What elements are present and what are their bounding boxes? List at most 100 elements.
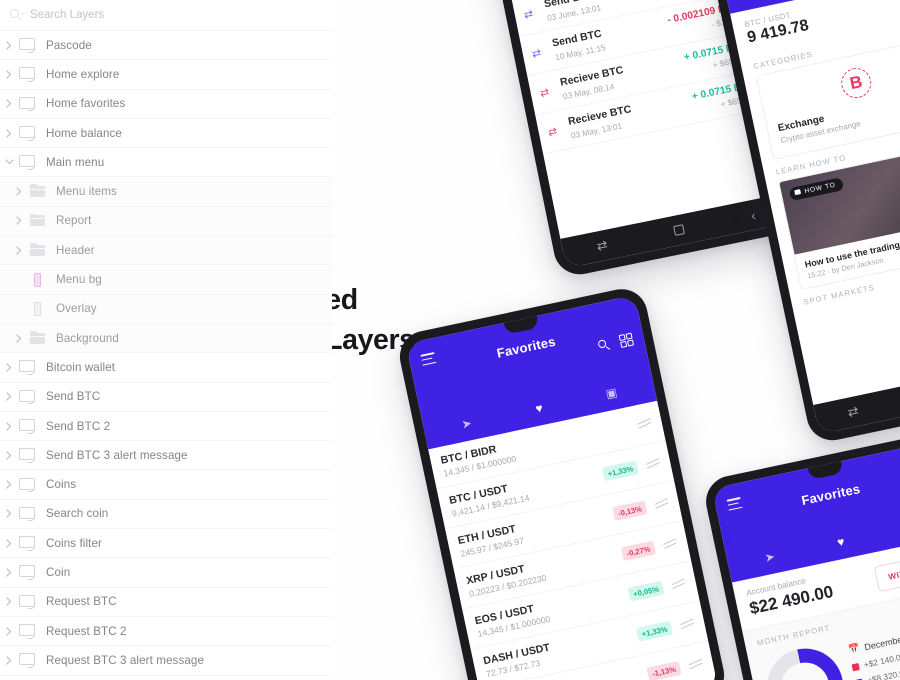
- layer-label: Home explore: [46, 67, 120, 81]
- layer-row[interactable]: Pascode: [0, 31, 332, 61]
- layer-label: Menu bg: [56, 273, 102, 287]
- artboard-icon: [18, 623, 38, 639]
- sparkline-icon: [663, 538, 678, 550]
- layer-label: Search coin: [46, 507, 109, 521]
- layer-row[interactable]: Send BTC 2: [0, 412, 332, 442]
- layer-row[interactable]: Home favorites: [0, 90, 332, 119]
- chevron-right-icon[interactable]: [10, 187, 28, 196]
- android-nav-bar[interactable]: ⇄ ‹: [813, 359, 900, 435]
- layers-panel: Pascode Home explore Home favorites Home ba…: [0, 0, 332, 680]
- change-badge: +1,33%: [635, 620, 674, 642]
- chevron-right-icon[interactable]: [0, 451, 18, 460]
- report-date-label: December: [863, 633, 900, 652]
- month-report-legend: 📅 December +$2 140.00 +$8 320.00: [846, 627, 900, 680]
- layer-row[interactable]: Send BTC 3 alert message: [0, 441, 332, 471]
- chevron-right-icon[interactable]: [0, 99, 18, 108]
- chevron-right-icon[interactable]: [0, 421, 18, 431]
- layer-row[interactable]: Report: [0, 206, 332, 237]
- artboard-icon: [18, 154, 38, 170]
- layer-label: Bitcoin wallet: [46, 360, 116, 374]
- chevron-right-icon[interactable]: [0, 128, 18, 138]
- layer-row[interactable]: Menu items: [0, 177, 332, 207]
- chevron-right-icon[interactable]: [10, 333, 28, 343]
- layer-label: Pascode: [46, 38, 92, 52]
- chevron-right-icon[interactable]: [0, 656, 18, 665]
- chevron-right-icon[interactable]: [10, 246, 28, 255]
- withdraw-button[interactable]: WITHDRAW: [873, 550, 900, 593]
- layer-row[interactable]: Home balance: [0, 119, 332, 149]
- layer-row[interactable]: Background: [0, 323, 332, 354]
- search-icon[interactable]: [597, 338, 611, 352]
- qr-code-icon[interactable]: [618, 332, 635, 348]
- tab-wallet[interactable]: ▣: [875, 512, 900, 547]
- search-layers-row[interactable]: [0, 0, 332, 31]
- layer-row[interactable]: Menu bg: [0, 265, 332, 295]
- android-nav-bar[interactable]: ⇄ ‹: [560, 193, 792, 269]
- layer-row[interactable]: Request BTC: [0, 588, 332, 617]
- canvas: ⇄Send BTC11 July, 17:05- 0.043010 BTC- $…: [0, 0, 900, 680]
- chevron-right-icon[interactable]: [0, 480, 18, 489]
- artboard-icon: [18, 506, 38, 522]
- sparkline-icon: [688, 658, 703, 670]
- sparkline-icon: [645, 458, 661, 470]
- chevron-right-icon[interactable]: [10, 216, 28, 226]
- chevron-right-icon[interactable]: [0, 363, 18, 372]
- artboard-icon: [18, 389, 38, 405]
- send-arrows-icon: ⇄: [530, 47, 542, 61]
- folder-icon: [28, 184, 48, 200]
- rectangle-icon: [28, 301, 48, 317]
- hamburger-icon[interactable]: [420, 352, 437, 369]
- legend-label: +$2 140.00: [862, 651, 900, 670]
- layer-row[interactable]: Coins filter: [0, 529, 332, 559]
- layer-row[interactable]: Request BTC 3 alert message: [0, 646, 332, 676]
- chevron-right-icon[interactable]: [0, 40, 18, 50]
- chevron-down-icon[interactable]: [0, 159, 18, 165]
- chevron-right-icon[interactable]: [0, 70, 18, 79]
- layer-row[interactable]: BTC Address: [0, 676, 332, 680]
- sparkline-icon: [671, 578, 686, 590]
- layer-row[interactable]: Bitcoin wallet: [0, 353, 332, 383]
- recents-icon[interactable]: ⇄: [595, 237, 609, 255]
- layer-row[interactable]: Coins: [0, 470, 332, 500]
- sparkline-icon: [654, 498, 669, 510]
- folder-icon: [28, 330, 48, 346]
- layer-row[interactable]: Home explore: [0, 60, 332, 90]
- hamburger-icon[interactable]: [726, 496, 744, 514]
- artboard-icon: [18, 564, 38, 580]
- back-arrow-icon[interactable]: ‹: [750, 207, 757, 223]
- layer-label: Coins: [46, 478, 77, 492]
- artboard-icon: [18, 535, 38, 551]
- favorites-pair-list[interactable]: BTC / BIDR 14,345 / $1.000000 BTC / USDT 9,…: [428, 400, 719, 680]
- artboard-icon: [18, 66, 38, 82]
- layer-row[interactable]: Main menu: [0, 148, 332, 178]
- folder-icon: [28, 213, 48, 229]
- layer-row[interactable]: Header: [0, 236, 332, 266]
- layer-row[interactable]: Coin: [0, 558, 332, 588]
- legend-swatch-red: [851, 662, 860, 671]
- bitcoin-exchange-icon: B: [838, 65, 875, 101]
- chevron-right-icon[interactable]: [0, 509, 18, 519]
- layer-label: Send BTC 2: [46, 419, 111, 433]
- layer-label: Send BTC 3 alert message: [46, 448, 188, 462]
- layer-row[interactable]: Request BTC 2: [0, 617, 332, 647]
- recents-icon[interactable]: ⇄: [846, 403, 860, 421]
- change-badge: +1,33%: [601, 460, 639, 482]
- layer-row[interactable]: Search coin: [0, 500, 332, 530]
- search-layers-input[interactable]: [30, 9, 280, 21]
- sparkline-icon: [680, 618, 695, 630]
- layer-row[interactable]: Overlay: [0, 294, 332, 324]
- chevron-right-icon[interactable]: [0, 597, 18, 606]
- artboard-icon: [18, 125, 38, 141]
- artboard-icon: [18, 96, 38, 112]
- chevron-right-icon[interactable]: [0, 392, 18, 401]
- home-square-icon[interactable]: [673, 224, 686, 236]
- report-date[interactable]: 📅 December: [847, 633, 900, 656]
- folder-icon: [28, 242, 48, 258]
- layer-rows-container: Pascode Home explore Home favorites Home ba…: [0, 31, 332, 680]
- chevron-right-icon[interactable]: [0, 539, 18, 548]
- chevron-right-icon[interactable]: [0, 568, 18, 577]
- layer-row[interactable]: Send BTC: [0, 383, 332, 412]
- chevron-right-icon[interactable]: [0, 626, 18, 636]
- layer-label: Report: [56, 214, 92, 228]
- receive-arrows-icon: ⇄: [538, 86, 550, 100]
